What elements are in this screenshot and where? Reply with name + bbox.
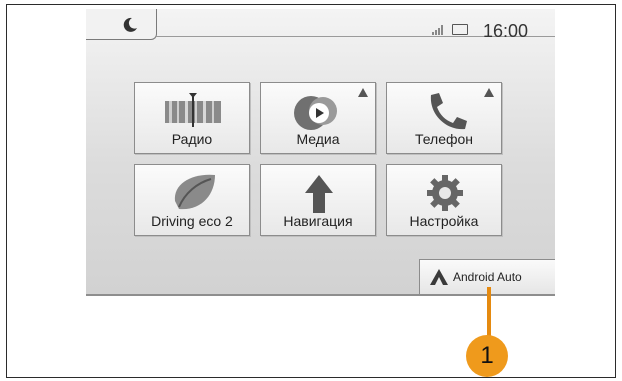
tile-label: Driving eco 2 <box>151 213 233 229</box>
eco-leaf-icon <box>174 174 215 210</box>
tile-label: Медиа <box>296 131 340 147</box>
media-play-icon <box>294 96 337 130</box>
callout-badge: 1 <box>466 335 508 377</box>
tile-phone[interactable]: Телефон <box>386 82 502 154</box>
moon-icon <box>123 17 137 32</box>
tile-radio[interactable]: Радио <box>134 82 250 154</box>
status-bar: 16:00 <box>86 9 555 47</box>
tile-media[interactable]: Медиа <box>260 82 376 154</box>
tile-label: Навигация <box>283 213 353 229</box>
settings-gear-icon <box>427 175 463 211</box>
head-unit-screen: 16:00 Радио Медиа Телефон Driving eco 2 … <box>86 9 555 296</box>
battery-icon <box>452 24 468 35</box>
signal-icon <box>432 25 443 35</box>
night-mode-tab[interactable] <box>86 9 157 40</box>
tile-label: Радио <box>171 131 213 147</box>
callout-number: 1 <box>480 342 494 369</box>
tile-settings[interactable]: Настройка <box>386 164 502 236</box>
android-auto-label: Android Auto <box>453 270 522 284</box>
tile-navigation[interactable]: Навигация <box>260 164 376 236</box>
navigation-arrow-icon <box>305 175 333 213</box>
clock: 16:00 <box>483 21 529 41</box>
phone-icon <box>430 93 467 130</box>
android-auto-icon <box>430 269 448 285</box>
tile-label: Телефон <box>414 131 474 147</box>
radio-tuner-icon <box>165 93 221 127</box>
tile-driving-eco[interactable]: Driving eco 2 <box>134 164 250 236</box>
tile-label: Настройка <box>409 213 479 229</box>
